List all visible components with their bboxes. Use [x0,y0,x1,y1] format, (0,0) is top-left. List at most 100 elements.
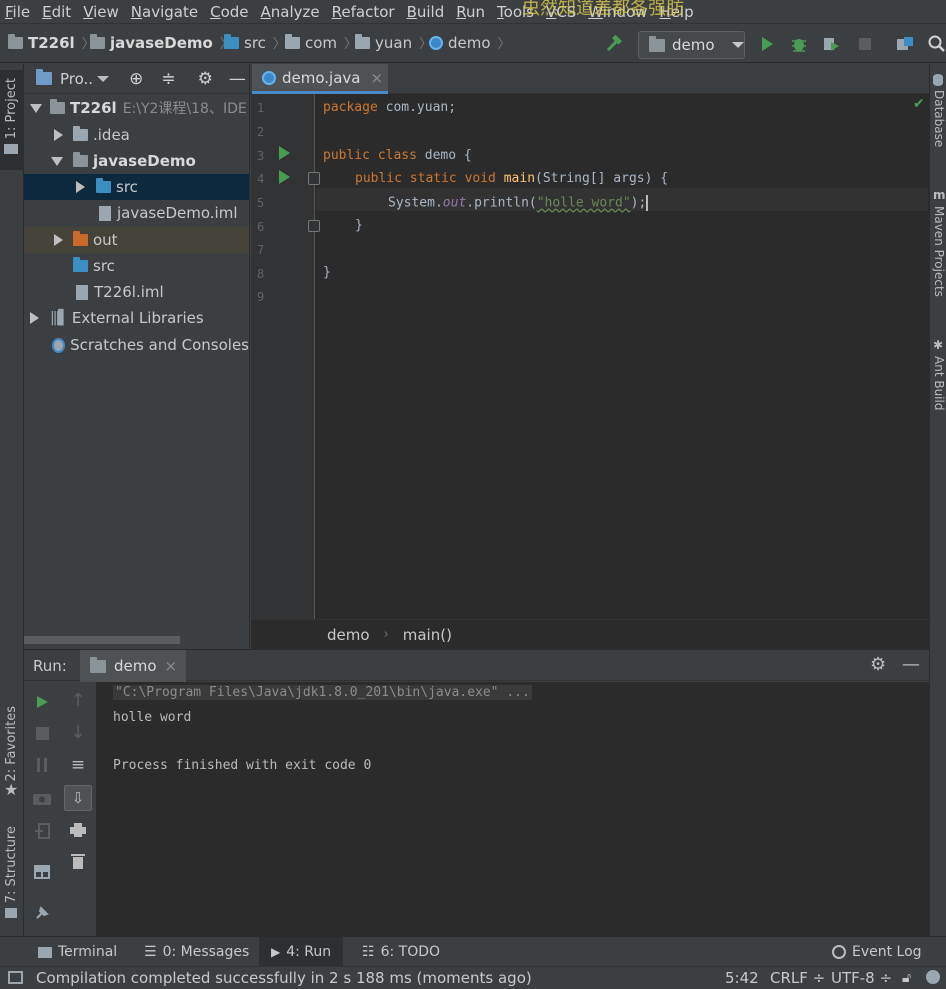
nav-src[interactable]: src 〉 [224,33,286,52]
code-text: demo { [416,148,472,163]
play-icon: ▶ [271,945,281,959]
layout-icon[interactable] [32,862,52,882]
tree-item-idea[interactable]: .idea [24,122,249,148]
tree-item-root-iml[interactable]: T226l.iml [24,279,249,305]
tab-terminal[interactable]: Terminal [34,937,121,967]
chevron-down-icon[interactable] [51,156,63,166]
tree-item-src-selected[interactable]: src [24,174,249,200]
watermark-text: 虫然知道差都各强肪 [522,0,684,19]
ant-build-tool-tab[interactable]: Ant Build [932,356,946,410]
menu-code[interactable]: Code [205,0,255,24]
code-editor[interactable]: 1 2 3 4 5 6 7 8 9 package com.yuan; publ… [251,94,929,619]
static-field: out [442,195,467,211]
gear-icon[interactable]: ⚙ [198,69,213,89]
coverage-icon[interactable] [821,34,841,54]
chevron-down-icon[interactable] [30,103,42,113]
chevron-right-icon[interactable] [30,312,39,324]
menu-file[interactable]: File [0,0,37,24]
project-tool-tab[interactable]: 1: Project [0,70,24,170]
search-icon[interactable] [927,34,946,54]
scratches-icon [52,337,66,353]
close-icon[interactable]: × [370,69,383,87]
inspector-icon[interactable] [926,970,940,984]
menu-edit[interactable]: Edit [37,0,78,24]
rerun-icon[interactable] [32,692,52,712]
pause-icon[interactable] [32,755,52,775]
chevron-down-icon[interactable] [97,75,110,82]
run-config-selector[interactable]: demo [638,31,745,59]
tree-item-label: External Libraries [71,309,204,327]
nav-class[interactable]: demo 〉 [429,33,511,52]
fold-icon[interactable] [308,220,320,232]
tree-root[interactable]: T226l E:\Y2课程\18、IDE [24,95,249,121]
stop-icon[interactable] [32,723,52,743]
tab-demo-java[interactable]: demo.java × [252,64,388,94]
caret-position[interactable]: 5:42 [725,969,759,987]
menu-build[interactable]: Build [402,0,452,24]
nav-yuan[interactable]: yuan 〉 [355,33,432,52]
tree-item-out[interactable]: out [24,227,249,253]
menu-refactor[interactable]: Refactor [327,0,402,24]
soft-wrap-icon[interactable]: ≡ [68,755,88,775]
hide-icon[interactable]: — [229,69,246,89]
chevron-right-icon[interactable] [54,234,63,246]
console-output-line: holle word [113,710,192,725]
run-tab-demo[interactable]: demo × [80,650,186,682]
stop-icon[interactable] [855,34,875,54]
run-class-gutter-icon[interactable] [279,146,290,160]
run-main-gutter-icon[interactable] [279,170,290,184]
favorites-tool-tab[interactable]: 2: Favorites [4,706,19,782]
breadcrumb-class[interactable]: demo [327,626,370,644]
run-toolbar-left [24,682,60,936]
line-separator-selector[interactable]: CRLF ÷ [770,969,825,987]
encoding-selector[interactable]: UTF-8 ÷ [831,969,892,987]
login-icon[interactable] [32,821,52,841]
tree-item-src-root[interactable]: src [24,253,249,279]
nav-module[interactable]: javaseDemo〉 [90,33,233,52]
tree-item-scratches[interactable]: Scratches and Consoles [24,332,249,358]
structure-tool-tab[interactable]: 7: Structure [4,826,19,903]
collapse-icon[interactable]: ≑ [161,69,175,89]
print-icon[interactable] [68,820,88,840]
gear-icon[interactable]: ⚙ [870,654,886,675]
chevron-right-icon[interactable] [76,181,85,193]
breadcrumb-method[interactable]: main() [403,626,452,644]
pin-icon[interactable] [32,903,52,923]
nav-com[interactable]: com 〉 [285,33,357,52]
lock-icon[interactable]: 🔓︎ [902,970,911,986]
trash-icon[interactable] [68,851,88,871]
database-tool-tab[interactable]: Database [932,90,946,147]
tree-item-external-libraries[interactable]: |||▌ External Libraries [24,305,249,331]
run-console[interactable]: "C:\Program Files\Java\jdk1.8.0_201\bin\… [97,682,929,936]
arrow-down-icon[interactable]: ↓ [68,722,88,743]
scroll-to-end-icon[interactable]: ⇩ [64,785,92,811]
project-view-selector[interactable]: Pro.. [60,70,93,88]
chevron-right-icon[interactable] [54,129,63,141]
excluded-folder-icon [73,231,88,246]
tool-windows-icon[interactable] [8,971,23,984]
menu-navigate[interactable]: Navigate [126,0,205,24]
menu-analyze[interactable]: Analyze [256,0,327,24]
tree-item-javasedemo[interactable]: javaseDemo [24,148,249,174]
camera-icon[interactable] [32,788,52,808]
menu-run[interactable]: Run [451,0,492,24]
locate-icon[interactable]: ⊕ [129,69,143,89]
menu-view[interactable]: View [78,0,126,24]
build-hammer-icon[interactable] [604,34,624,54]
maven-tool-tab[interactable]: Maven Projects [932,206,946,297]
project-structure-icon[interactable] [895,34,915,54]
tab-event-log[interactable]: Event Log [828,937,926,967]
nav-project[interactable]: T226l 〉 [8,33,95,52]
close-icon[interactable]: × [165,657,178,675]
arrow-up-icon[interactable]: ↑ [68,690,88,711]
project-tool-label: 1: Project [4,78,19,140]
tab-todo[interactable]: ☷ 6: TODO [358,937,444,967]
tab-messages[interactable]: ☰ 0: Messages [140,937,253,967]
tree-item-javasedemo-iml[interactable]: javaseDemo.iml [24,200,249,226]
project-horizontal-scrollbar[interactable] [24,636,180,644]
run-button[interactable] [757,34,777,54]
tab-run[interactable]: ▶ 4: Run [259,937,344,967]
hide-icon[interactable]: — [902,654,920,675]
fold-icon[interactable] [308,172,320,185]
debug-bug-icon[interactable] [789,34,809,54]
